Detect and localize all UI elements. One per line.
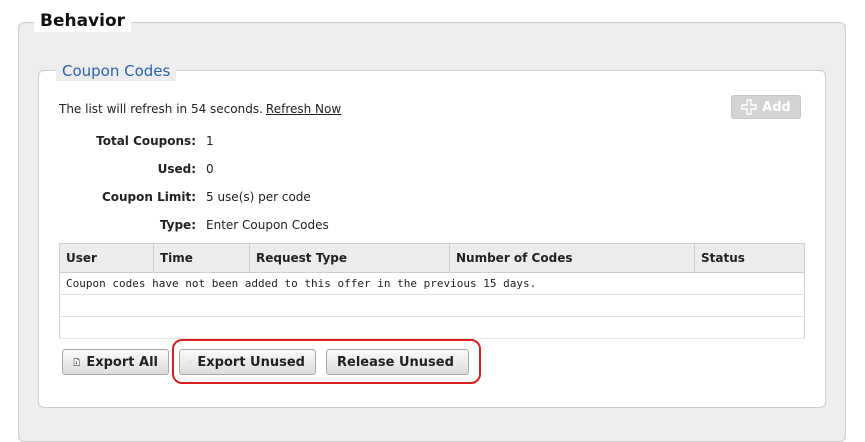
column-header-time[interactable]: Time [153,243,250,273]
type-label: Type: [159,218,196,232]
coupon-limit-value: 5 use(s) per code [206,190,311,204]
empty-table-message: Coupon codes have not been added to this… [59,272,805,295]
used-value: 0 [206,162,214,176]
table-header-row: User Time Request Type Number of Codes S… [59,243,805,273]
info-row-used: Used: [59,161,196,177]
info-row-coupon-limit: Coupon Limit: [59,189,196,205]
refresh-now-link[interactable]: Refresh Now [266,102,341,116]
table-row: Coupon codes have not been added to this… [59,272,805,295]
column-header-number-of-codes[interactable]: Number of Codes [449,243,695,273]
export-all-label: Export All [86,354,158,370]
type-value: Enter Coupon Codes [206,218,329,232]
highlight-outline [172,339,481,384]
refresh-text: The list will refresh in 54 seconds. [59,102,263,116]
info-row-total-coupons: Total Coupons: [59,133,196,149]
table-row [59,316,805,339]
column-header-user[interactable]: User [59,243,154,273]
plus-icon [741,99,757,115]
add-label: Add [762,99,791,115]
column-header-request-type[interactable]: Request Type [249,243,450,273]
used-label: Used: [157,162,196,176]
column-header-status[interactable]: Status [694,243,805,273]
total-coupons-label: Total Coupons: [96,134,196,148]
table-row [59,294,805,317]
export-all-button[interactable]: Export All [62,349,169,375]
coupon-limit-label: Coupon Limit: [101,190,196,204]
info-row-type: Type: [59,217,196,233]
total-coupons-value: 1 [206,134,214,148]
behavior-title: Behavior [34,10,132,32]
coupon-requests-table: User Time Request Type Number of Codes S… [59,243,805,339]
export-document-icon [73,358,80,366]
add-button[interactable]: Add [731,95,801,119]
refresh-notice: The list will refresh in 54 seconds. Refr… [59,102,341,116]
coupon-codes-title: Coupon Codes [56,61,177,81]
